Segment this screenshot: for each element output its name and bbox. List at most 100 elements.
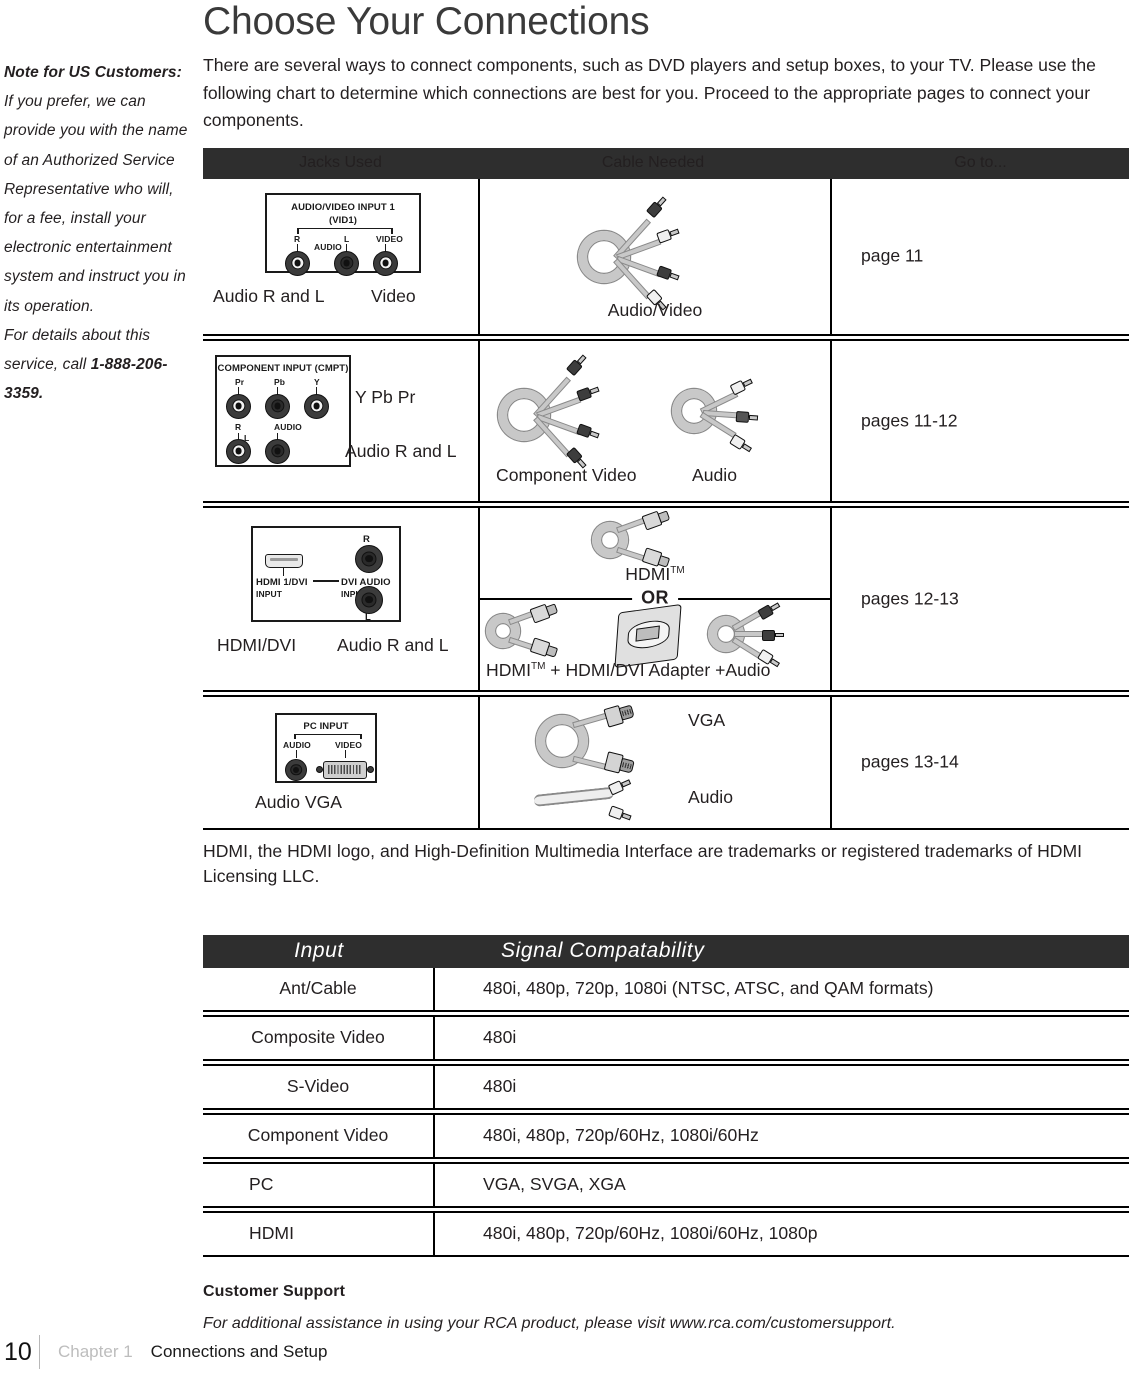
row2-caption-ypbpr: Y Pb Pr (355, 386, 416, 407)
vga-port-icon (323, 760, 367, 779)
av-panel-subtitle: (VID1) (328, 214, 358, 226)
row1-goto-cell: page 11 (832, 179, 1129, 334)
row1-cable-cell: Audio/Video (478, 178, 832, 334)
row2-cable-cell: Component Video Audio (478, 340, 832, 501)
av-jack-l (334, 250, 359, 276)
chart-header-cable-label: Cable Needed (601, 154, 705, 171)
signal-value-cell: 480i, 480p, 720p/60Hz, 1080i/60Hz, 1080p (483, 1223, 818, 1243)
row3-caption-hdmidvi: HDMI/DVI (217, 634, 297, 655)
page-title: Choose Your Connections (203, 0, 650, 43)
chart-header-goto: Go to... (828, 154, 1129, 172)
av-label-r: R (294, 233, 301, 244)
row1-caption-video: Video (371, 285, 416, 306)
audio-cable-graphic-2 (708, 601, 818, 667)
pc-jack-audio (285, 758, 307, 781)
audio-word: Audio (725, 659, 771, 680)
cmpt-label-pb: Pb (274, 376, 286, 387)
cmpt-label-l: AUDIO (274, 421, 302, 432)
hdmi-cable-graphic (592, 509, 722, 567)
av-panel-title: AUDIO/VIDEO INPUT 1 (291, 201, 395, 213)
signal-input-cell: Composite Video (203, 1016, 435, 1059)
intro-paragraph: There are several ways to connect compon… (203, 55, 1096, 130)
signal-input-cell: HDMI (203, 1212, 435, 1255)
av-jack-r (285, 250, 310, 276)
table-row: Composite Video 480i (203, 1014, 1129, 1061)
vga-cable-graphic (536, 704, 686, 779)
side-note-lead: Note for US Customers: (4, 64, 182, 81)
hdmi-word: HDMI (625, 563, 671, 584)
av-jack-video (373, 250, 398, 276)
table-row: Component Video 480i, 480p, 720p/60Hz, 1… (203, 1112, 1129, 1159)
table-row: PC INPUT AUDIO VIDEO Audio VGA VGA Audio… (203, 694, 1129, 830)
row1-caption-audio: Audio R and L (213, 285, 325, 306)
hdmi-dvi-input-panel: HDMI 1/DVI INPUT DVI AUDIO INPUT R L (251, 525, 401, 623)
pc-input-panel: PC INPUT AUDIO VIDEO (275, 712, 377, 783)
component-video-cable-graphic (494, 353, 669, 468)
row1-goto-text: page 11 (861, 245, 924, 266)
cmpt-jack-y (304, 393, 329, 419)
signal-input-cell: Component Video (203, 1114, 435, 1157)
trademark-mark: TM (670, 564, 685, 576)
table-row: PC VGA, SVGA, XGA (203, 1161, 1129, 1208)
component-input-panel: COMPONENT INPUT (CMPT) Pr Pb Y R AUDIO L (215, 354, 351, 467)
row2-cable-caption-component: Component Video (496, 464, 637, 485)
row4-jacks-cell: PC INPUT AUDIO VIDEO Audio VGA (203, 697, 478, 828)
customer-support-body: For additional assistance in using your … (203, 1314, 896, 1332)
audio-video-cable-graphic (578, 195, 758, 310)
row3-goto-text: pages 12-13 (861, 588, 959, 608)
row2-cable-caption-audio: Audio (692, 464, 737, 485)
av-bracket-top (297, 227, 393, 230)
footer-chapter: Chapter 1 (58, 1342, 133, 1361)
signal-value-cell: 480i, 480p, 720p/60Hz, 1080i/60Hz (483, 1125, 759, 1145)
signal-value-cell: VGA, SVGA, XGA (483, 1174, 626, 1194)
row4-caption: Audio VGA (255, 791, 343, 812)
row1-cable-caption: Audio/Video (607, 299, 703, 320)
table-row: AUDIO/VIDEO INPUT 1 (VID1) R AUDIO L VID… (203, 178, 1129, 336)
hdmi-cable-graphic-2 (486, 602, 596, 658)
row4-cable-cell: VGA Audio (478, 696, 832, 828)
row2-jacks-cell: COMPONENT INPUT (CMPT) Pr Pb Y R AUDIO L (203, 341, 478, 501)
av-label-video: VIDEO (376, 233, 403, 244)
signal-input-cell: Ant/Cable (203, 967, 435, 1010)
hdmi-port-icon (265, 553, 303, 568)
hdmi-jack-r (355, 544, 383, 573)
row2-caption-audio: Audio R and L (345, 440, 457, 461)
chart-header-row: Jacks Used Cable Needed Go to... (203, 147, 1129, 179)
signal-input-cell: PC (203, 1163, 435, 1206)
row3-jacks-cell: HDMI 1/DVI INPUT DVI AUDIO INPUT R L HDM… (203, 508, 478, 690)
side-note-body: If you prefer, we can provide you with t… (4, 93, 188, 315)
page-footer: 10 Chapter 1 Connections and Setup (0, 1335, 1129, 1369)
pc-label-audio: AUDIO (283, 739, 311, 750)
signal-header-input-label: Input (294, 939, 344, 962)
pc-panel-title: PC INPUT (303, 720, 349, 732)
connections-chart: Jacks Used Cable Needed Go to... AUDIO/V… (203, 147, 1129, 830)
row4-goto-cell: pages 13-14 (832, 697, 1129, 828)
cmpt-label-r: R (235, 421, 242, 432)
chart-header-jacks: Jacks Used (203, 154, 478, 172)
table-row: Ant/Cable 480i, 480p, 720p, 1080i (NTSC,… (203, 967, 1129, 1012)
row3-cable-caption-combo: HDMITM + HDMI/DVI Adapter +Audio (486, 660, 770, 681)
adapter-words: + HDMI/DVI Adapter + (545, 659, 726, 680)
table-row: S-Video 480i (203, 1063, 1129, 1110)
row2-goto-cell: pages 11-12 (832, 341, 1129, 501)
table-row: HDMI 1/DVI INPUT DVI AUDIO INPUT R L HDM… (203, 505, 1129, 692)
table-row: COMPONENT INPUT (CMPT) Pr Pb Y R AUDIO L (203, 338, 1129, 503)
chart-header-jacks-label: Jacks Used (299, 154, 382, 171)
cmpt-label-y: Y (314, 376, 320, 387)
hdmi-trademark-note: HDMI, the HDMI logo, and High-Definition… (203, 840, 1083, 886)
row1-jacks-cell: AUDIO/VIDEO INPUT 1 (VID1) R AUDIO L VID… (203, 179, 478, 334)
main-content: Choose Your Connections There are severa… (203, 0, 1129, 1333)
side-note: Note for US Customers: If you prefer, we… (4, 58, 190, 408)
table-row: HDMI 480i, 480p, 720p/60Hz, 1080i/60Hz, … (203, 1210, 1129, 1257)
customer-support-heading: Customer Support (203, 1282, 346, 1300)
hdmi-jack-l (355, 585, 383, 614)
av-label-l: L (344, 233, 350, 244)
cmpt-panel-title: COMPONENT INPUT (CMPT) (217, 362, 349, 374)
av-input-panel: AUDIO/VIDEO INPUT 1 (VID1) R AUDIO L VID… (265, 192, 421, 276)
cmpt-jack-audio-l (265, 438, 290, 464)
signal-value-cell: 480i, 480p, 720p, 1080i (NTSC, ATSC, and… (483, 978, 934, 998)
cmpt-label-pr: Pr (235, 376, 245, 387)
signal-header-input: Input (203, 939, 435, 963)
av-label-audio: AUDIO (314, 241, 342, 252)
cmpt-jack-pr (226, 393, 251, 419)
